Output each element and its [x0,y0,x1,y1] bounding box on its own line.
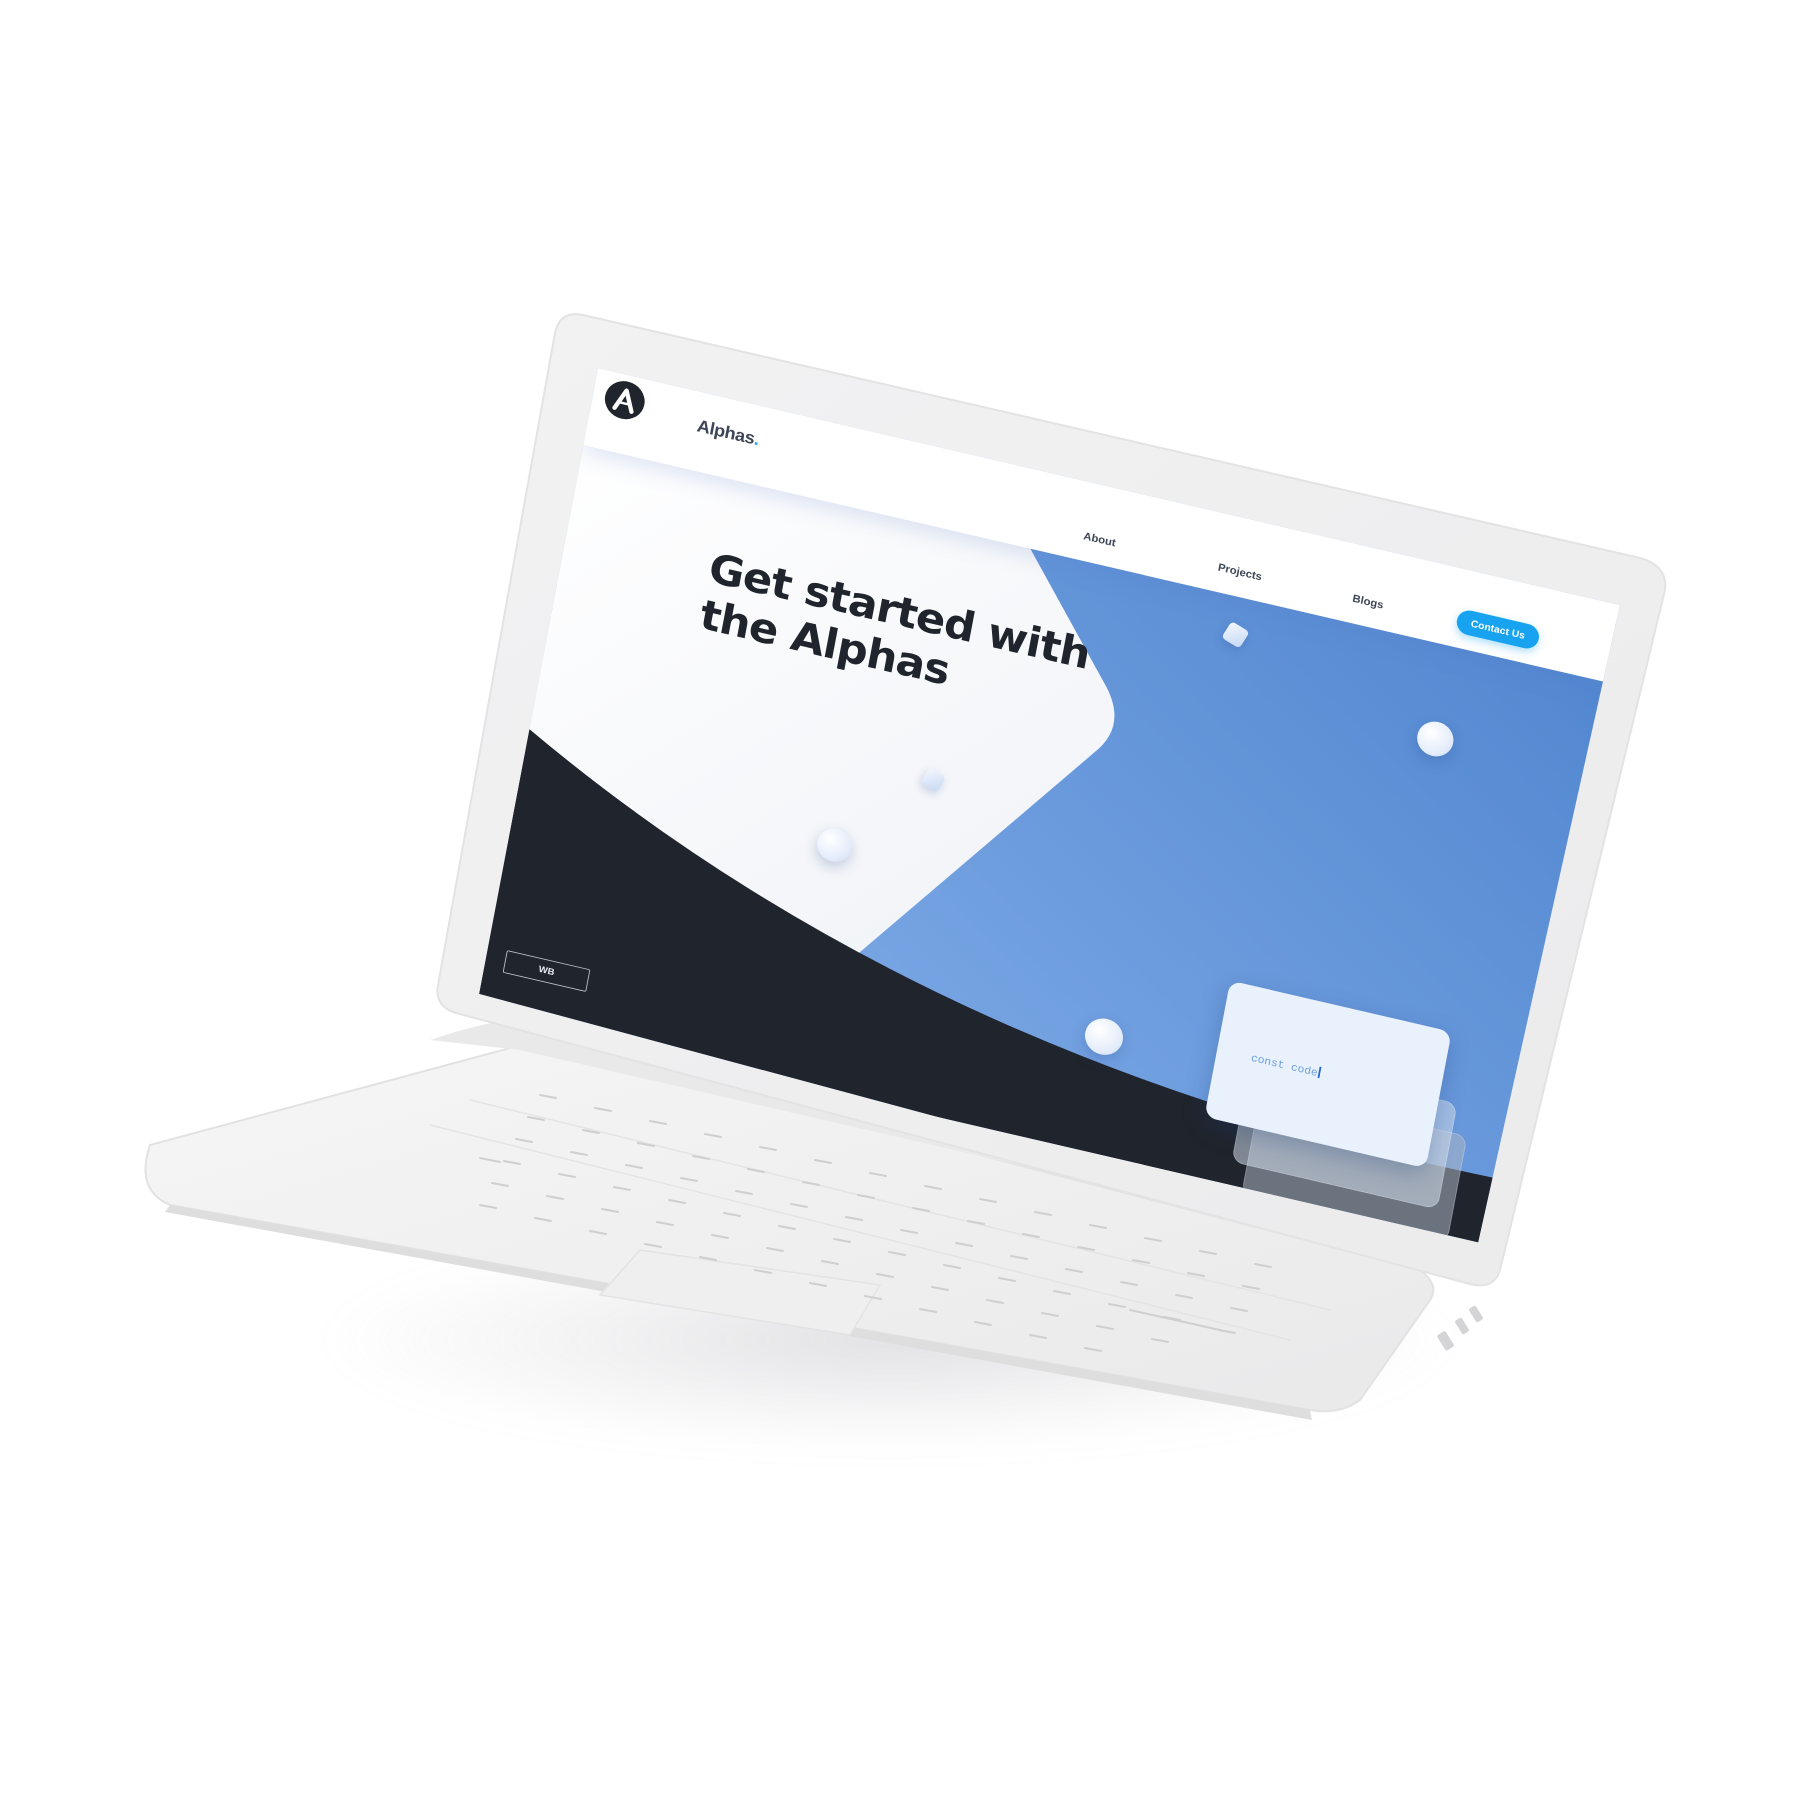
contact-us-button[interactable]: Contact Us [1454,607,1542,652]
letter-a-logo-icon[interactable] [601,377,648,424]
nav-blogs-link[interactable]: Blogs [1352,592,1385,611]
brand-name[interactable]: Alphas. [695,417,761,451]
code-snippet: const code [1250,1051,1322,1080]
nav-about-link[interactable]: About [1082,529,1116,548]
mockup-stage: Alphas. About Projects Blogs Contact Us … [0,0,1800,1800]
nav-projects-link[interactable]: Projects [1217,561,1263,583]
